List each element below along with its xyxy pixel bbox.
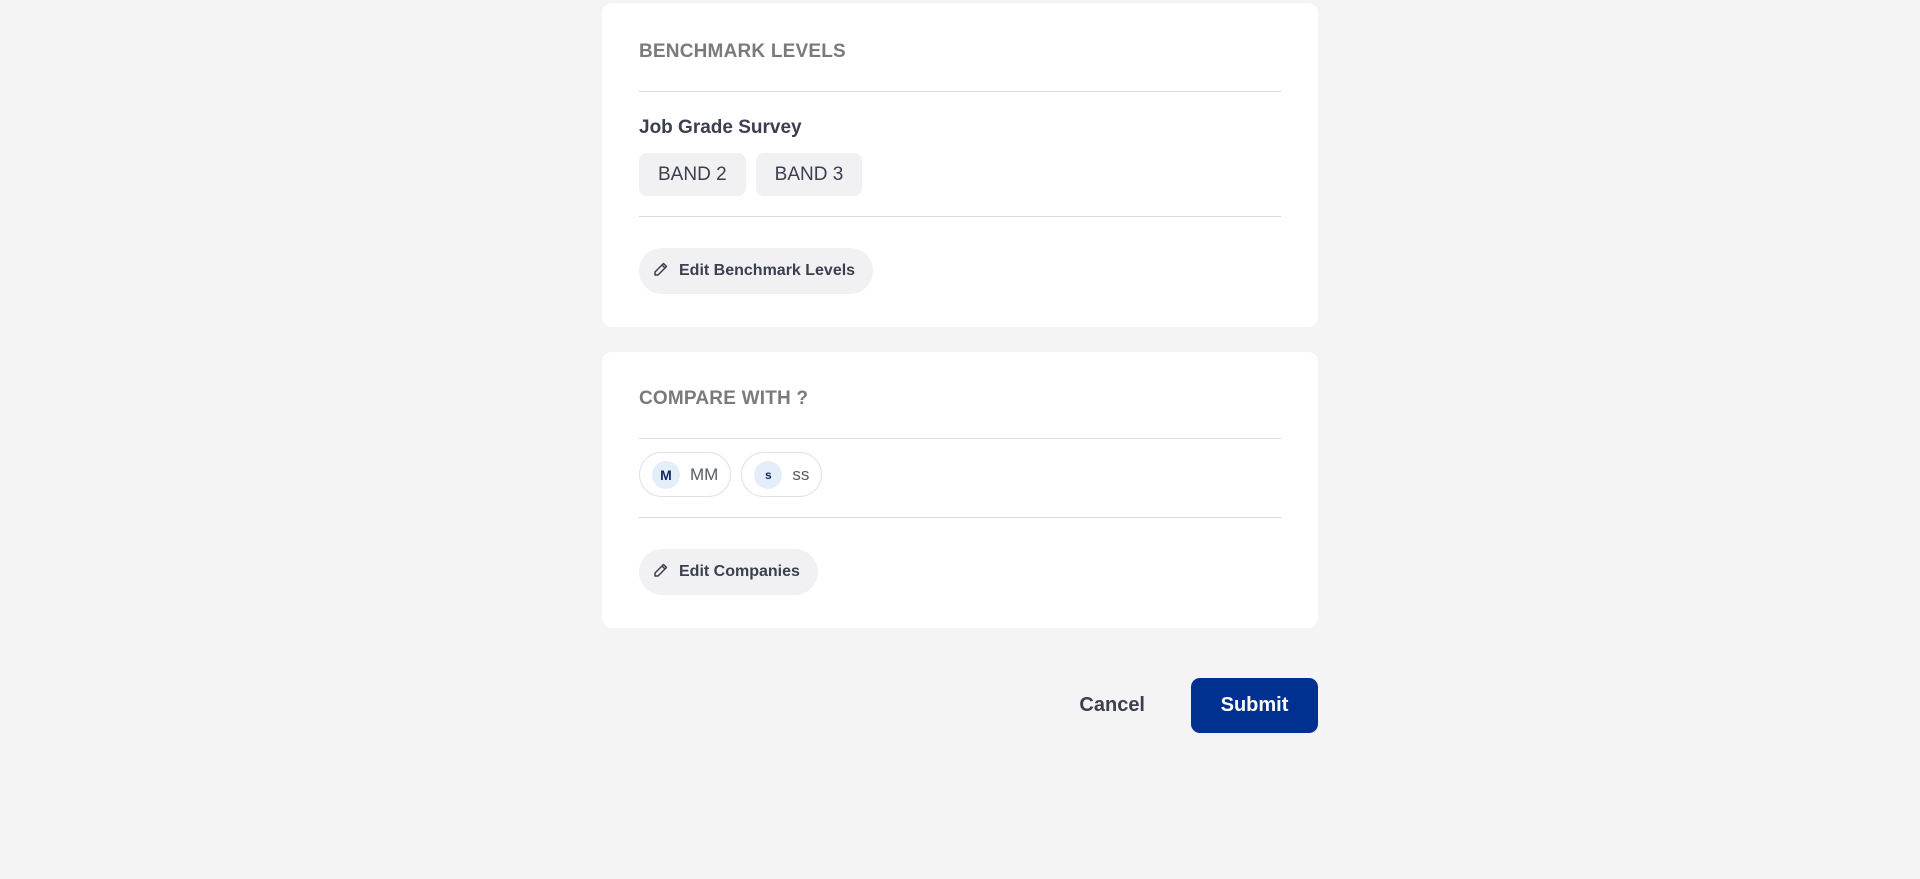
band-chip: BAND 2 (639, 153, 746, 196)
cancel-button[interactable]: Cancel (1079, 694, 1145, 717)
company-avatar: M (652, 460, 680, 489)
pencil-icon (653, 562, 669, 583)
job-grade-survey-label: Job Grade Survey (639, 117, 802, 138)
divider (639, 517, 1281, 518)
divider (639, 438, 1281, 439)
company-list: M MM s ss (639, 452, 1281, 497)
edit-companies-button[interactable]: Edit Companies (639, 549, 818, 595)
edit-benchmark-levels-label: Edit Benchmark Levels (679, 262, 856, 279)
company-chip-ss[interactable]: s ss (741, 452, 823, 497)
band-list: BAND 2 BAND 3 (639, 153, 1281, 196)
edit-companies-label: Edit Companies (679, 563, 800, 580)
benchmark-levels-title: BENCHMARK LEVELS (639, 41, 846, 62)
band-chip: BAND 3 (755, 153, 863, 196)
benchmark-form: BENCHMARK LEVELS Job Grade Survey BAND 2… (602, 3, 1318, 733)
form-actions: Cancel Submit (602, 678, 1318, 733)
submit-button[interactable]: Submit (1191, 678, 1318, 733)
company-chip-mm[interactable]: M MM (639, 452, 732, 497)
compare-with-card: COMPARE WITH ? M MM s ss Edit Companies (602, 352, 1318, 628)
divider (639, 91, 1281, 92)
company-name: MM (690, 464, 719, 484)
company-avatar: s (754, 460, 783, 489)
benchmark-levels-card: BENCHMARK LEVELS Job Grade Survey BAND 2… (602, 3, 1318, 327)
company-name: ss (792, 464, 810, 484)
edit-benchmark-levels-button[interactable]: Edit Benchmark Levels (639, 248, 874, 294)
divider (639, 216, 1281, 217)
compare-with-title: COMPARE WITH ? (639, 388, 809, 409)
pencil-icon (653, 261, 669, 282)
